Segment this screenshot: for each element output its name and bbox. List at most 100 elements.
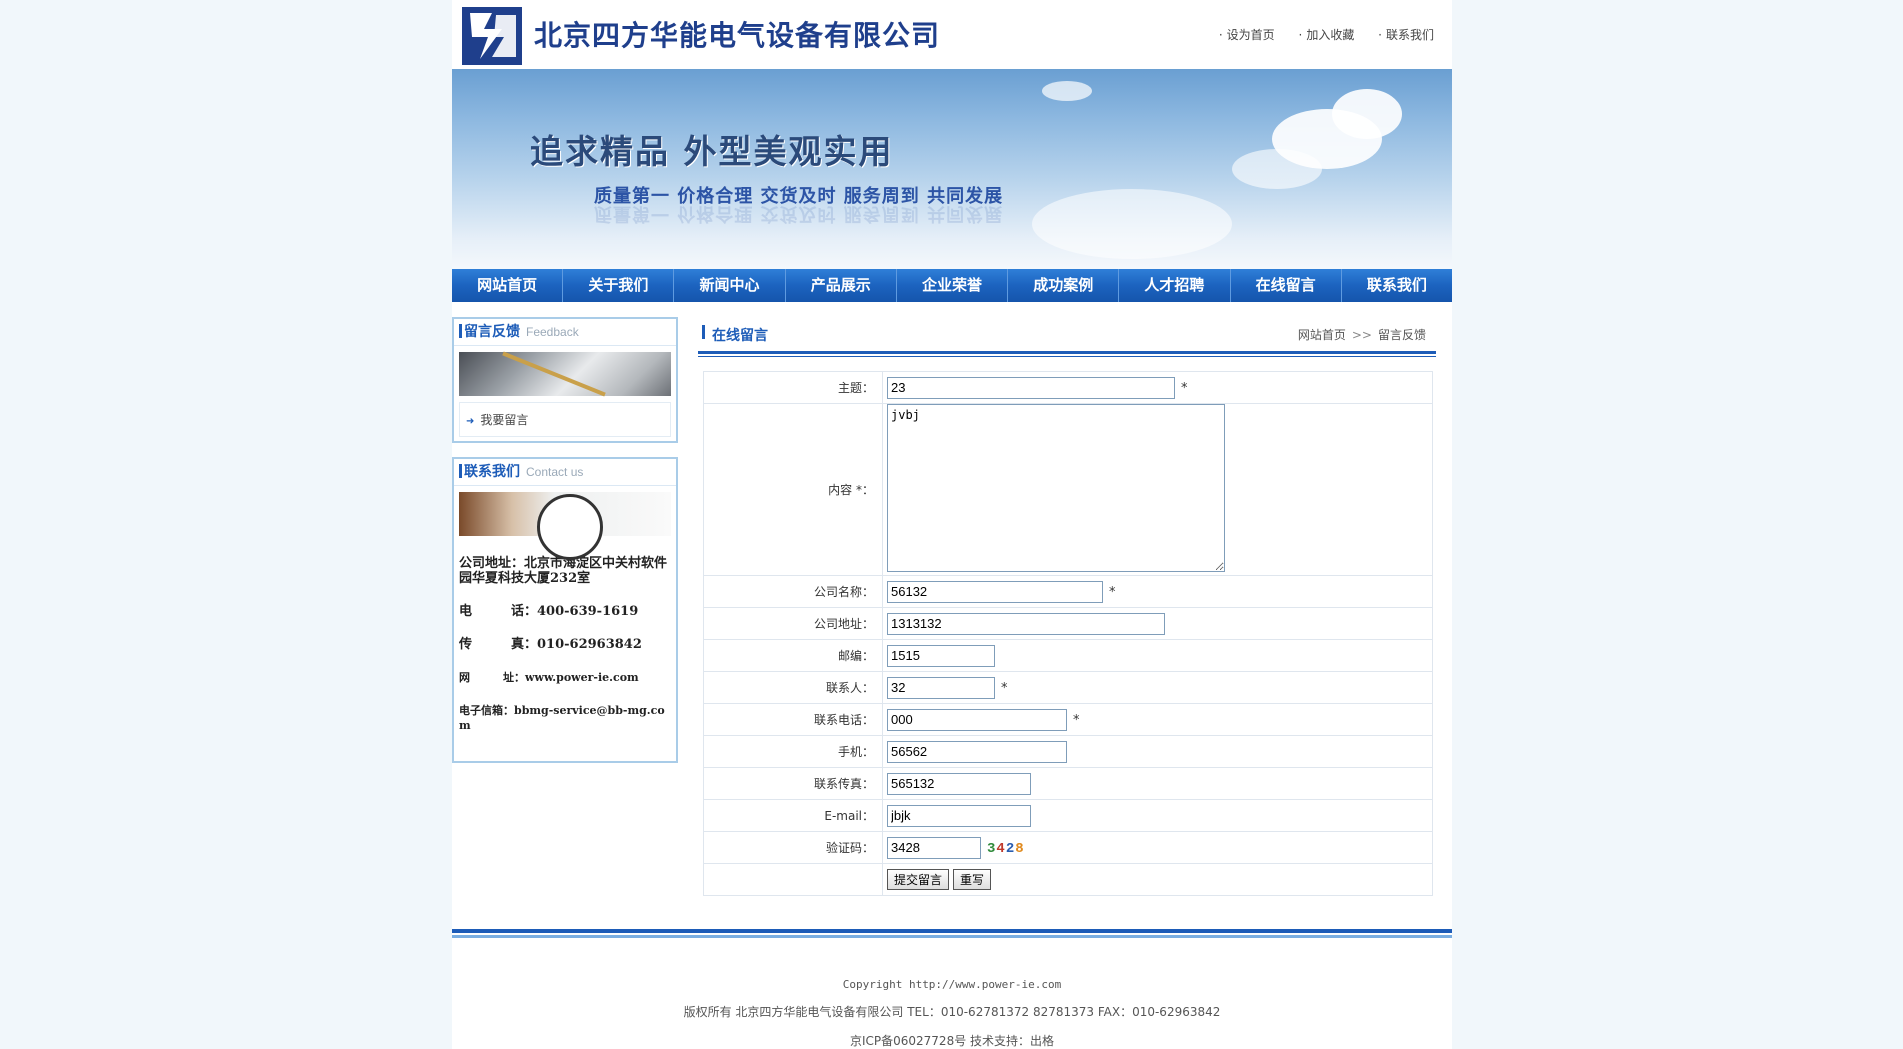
nav-cases[interactable]: 成功案例 (1008, 269, 1120, 302)
nav-honors[interactable]: 企业荣誉 (897, 269, 1009, 302)
captcha-char: 2 (1005, 841, 1016, 857)
fax-label: 联系传真： (703, 767, 883, 800)
add-favorite-link[interactable]: 加入收藏 (1298, 28, 1354, 42)
reset-button[interactable]: 重写 (953, 869, 992, 890)
form-row-fax: 联系传真： (703, 767, 1433, 800)
address-input[interactable] (887, 612, 1165, 635)
contact-image (459, 492, 671, 560)
captcha-input[interactable] (887, 836, 981, 859)
arrow-right-icon: ➜ (466, 416, 475, 427)
contact-email: 电子信箱：bbmg-service@bb-mg.com (459, 704, 665, 732)
required-mark: * (1073, 713, 1080, 728)
contact-box: 联系我们 Contact us 公司地址：北京市海淀区中关村软件园华夏科技大厦23… (452, 457, 678, 763)
breadcrumb-home[interactable]: 网站首页 (1298, 328, 1346, 342)
form-row-content: 内容 *： jvbj (703, 403, 1433, 576)
captcha-char: 8 (1015, 841, 1025, 857)
content: 留言反馈 Feedback ➜ 我要留言 联系我们 Contact us 公司地址：北… (452, 317, 1452, 909)
captcha-char: 3 (987, 841, 997, 857)
form-row-captcha: 验证码： 3428 (703, 831, 1433, 864)
nav-news[interactable]: 新闻中心 (674, 269, 786, 302)
main-panel: 在线留言 网站首页 >> 留言反馈 主题： * 内容 *： jvbj 公司名称： * (698, 317, 1436, 896)
main-header: 在线留言 网站首页 >> 留言反馈 (698, 317, 1436, 357)
cloud-decoration (1042, 81, 1092, 101)
submit-button[interactable]: 提交留言 (887, 869, 950, 890)
cloud-decoration (1032, 189, 1232, 259)
form-row-address: 公司地址： (703, 607, 1433, 640)
form-row-zip: 邮编： (703, 639, 1433, 672)
contact-info: 公司地址：北京市海淀区中关村软件园华夏科技大厦232室 电 话：400-639-… (454, 542, 676, 761)
top-links: 设为首页 加入收藏 联系我们 (1199, 26, 1434, 43)
contact-fax: 传 真：010-62963842 (459, 637, 642, 652)
captcha-image[interactable]: 3428 (987, 841, 1025, 857)
page: 北京四方华能电气设备有限公司 设为首页 加入收藏 联系我们 追求精品 外型美观实… (452, 0, 1452, 1049)
zip-input[interactable] (887, 644, 995, 667)
required-mark: * (1181, 381, 1188, 396)
leave-message-label: 我要留言 (480, 413, 529, 427)
footer-rights: 版权所有 北京四方华能电气设备有限公司 TEL：010-62781372 827… (683, 1005, 1221, 1019)
pen-image (459, 352, 671, 396)
company-logo (462, 7, 522, 65)
clock-icon (537, 494, 603, 560)
email-input[interactable] (887, 804, 1031, 827)
header: 北京四方华能电气设备有限公司 设为首页 加入收藏 联系我们 (452, 0, 1452, 69)
company-label: 公司名称： (703, 575, 883, 608)
required-mark: * (1001, 681, 1008, 696)
message-form: 主题： * 内容 *： jvbj 公司名称： * 公司地址： 邮编： (703, 371, 1433, 896)
address-label: 公司地址： (703, 607, 883, 640)
captcha-label: 验证码： (703, 831, 883, 864)
nav-guestbook[interactable]: 在线留言 (1231, 269, 1342, 302)
form-row-subject: 主题： * (703, 371, 1433, 404)
banner-subslogan-reflection: 质量第一 价格合理 交货及时 服务周到 共同发展 (594, 203, 1004, 224)
feedback-title-en: Feedback (526, 325, 579, 339)
page-title: 在线留言 (702, 325, 768, 345)
required-mark: * (1109, 585, 1116, 600)
feedback-box: 留言反馈 Feedback ➜ 我要留言 (452, 317, 678, 443)
contact-web: 网 址：www.power-ie.com (459, 671, 639, 684)
set-homepage-link[interactable]: 设为首页 (1219, 28, 1275, 42)
contact-person-input[interactable] (887, 676, 995, 699)
form-row-company: 公司名称： * (703, 575, 1433, 608)
breadcrumb-current: 留言反馈 (1377, 328, 1426, 342)
main-nav: 网站首页 关于我们 新闻中心 产品展示 企业荣誉 成功案例 人才招聘 在线留言 … (452, 269, 1452, 302)
company-input[interactable] (887, 580, 1103, 603)
footer-copyright: Copyright http://www.power-ie.com (842, 978, 1062, 991)
form-row-actions: 提交留言 重写 (703, 863, 1433, 896)
form-row-phone: 联系电话： * (703, 703, 1433, 736)
contact-title-en: Contact us (526, 465, 584, 479)
form-row-email: E-mail： (703, 799, 1433, 832)
phone-input[interactable] (887, 708, 1067, 731)
email-label: E-mail： (703, 799, 883, 832)
content-textarea[interactable]: jvbj (887, 404, 1225, 572)
phone-label: 联系电话： (703, 703, 883, 736)
nav-about[interactable]: 关于我们 (563, 269, 675, 302)
cloud-decoration (1232, 149, 1322, 189)
sidebar: 留言反馈 Feedback ➜ 我要留言 联系我们 Contact us 公司地址：北… (452, 317, 678, 777)
contact-title: 联系我们 (464, 464, 520, 480)
mobile-input[interactable] (887, 740, 1067, 763)
banner: 追求精品 外型美观实用 质量第一 价格合理 交货及时 服务周到 共同发展 质量第… (452, 69, 1452, 269)
leave-message-link[interactable]: ➜ 我要留言 (459, 402, 671, 437)
banner-slogan: 追求精品 外型美观实用 (530, 132, 894, 171)
form-row-contact: 联系人： * (703, 671, 1433, 704)
form-row-mobile: 手机： (703, 735, 1433, 768)
footer-icp: 京ICP备06027728号 技术支持：出格 (849, 1034, 1055, 1048)
contact-box-title: 联系我们 Contact us (454, 459, 676, 486)
nav-products[interactable]: 产品展示 (786, 269, 897, 302)
contact-us-link[interactable]: 联系我们 (1378, 28, 1434, 42)
actions-spacer (703, 863, 883, 896)
contact-phone: 电 话：400-639-1619 (459, 604, 639, 619)
subject-input[interactable] (887, 376, 1175, 399)
fax-input[interactable] (887, 772, 1031, 795)
company-name: 北京四方华能电气设备有限公司 (534, 19, 941, 52)
breadcrumb: 网站首页 >> 留言反馈 (1298, 326, 1426, 343)
subject-label: 主题： (703, 371, 883, 404)
nav-contact[interactable]: 联系我们 (1342, 269, 1452, 302)
content-label: 内容 *： (703, 403, 883, 576)
cloud-decoration (1332, 89, 1402, 139)
contact-person-label: 联系人： (703, 671, 883, 704)
nav-jobs[interactable]: 人才招聘 (1119, 269, 1231, 302)
nav-home[interactable]: 网站首页 (452, 269, 564, 302)
footer-divider (452, 929, 1452, 933)
feedback-title: 留言反馈 (464, 324, 520, 340)
breadcrumb-separator: >> (1351, 328, 1372, 342)
